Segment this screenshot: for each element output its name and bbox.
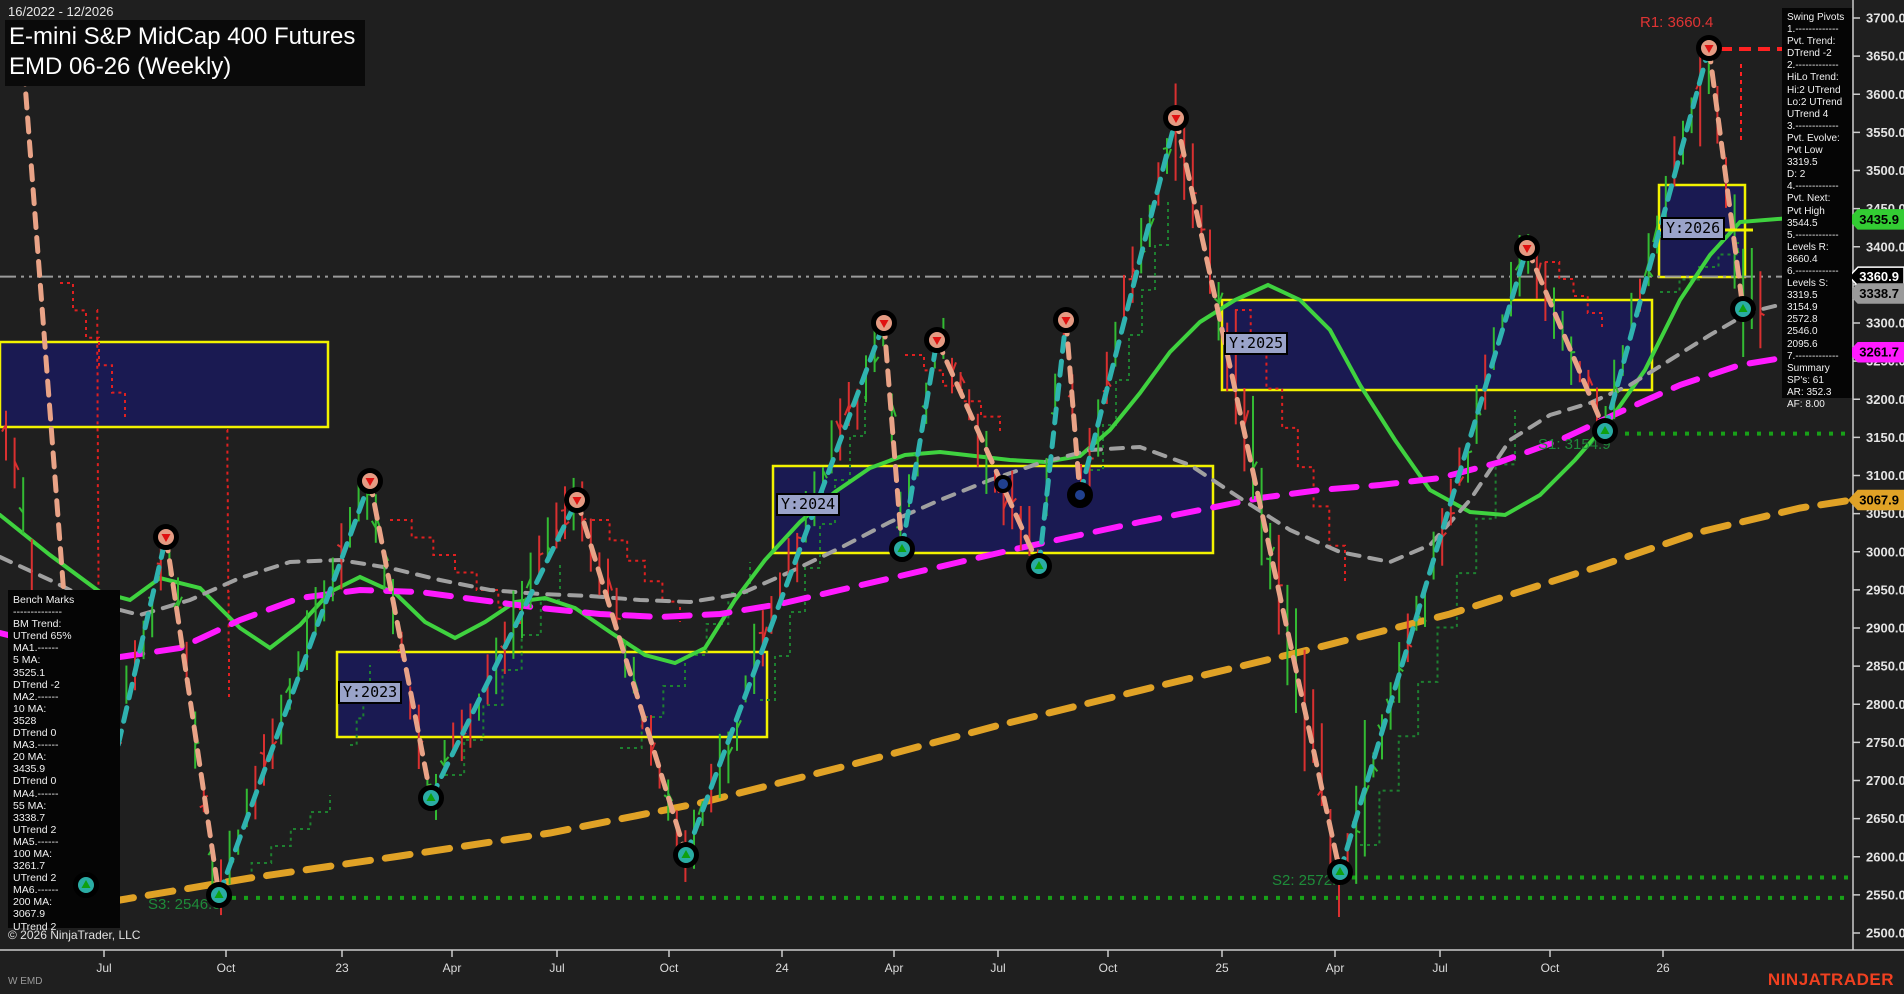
svg-text:2500.0: 2500.0 [1866,926,1904,941]
svg-text:Oct: Oct [1099,961,1118,975]
time-axis-labels[interactable]: Jul Oct 23 Apr Jul Oct 24 Apr Jul Oct 25 Apr Jul Oct 2… [96,950,1670,975]
swing-up-line [1077,115,1179,498]
svg-text:2900.0: 2900.0 [1866,621,1904,636]
swing-pivots-panel: Swing Pivots 1.------------- Pvt. Trend:… [1782,8,1852,410]
price-tag: 3360.9 [1847,266,1904,287]
price-tag: 3435.9 [1847,209,1904,230]
svg-text:2750.0: 2750.0 [1866,735,1904,750]
svg-text:3338.7: 3338.7 [1859,286,1899,301]
svg-text:2650.0: 2650.0 [1866,811,1904,826]
support-s1-label: S1: 3154.9 [1538,436,1611,453]
svg-text:3261.7: 3261.7 [1859,345,1899,360]
resistance-r1-label: R1: 3660.4 [1640,14,1714,31]
trailing-stop-steps [592,519,681,622]
svg-text:Jul: Jul [1432,961,1447,975]
svg-text:2550.0: 2550.0 [1866,887,1904,902]
svg-text:3700.0: 3700.0 [1866,11,1904,26]
svg-text:24: 24 [775,961,789,975]
svg-text:2600.0: 2600.0 [1866,849,1904,864]
svg-text:Oct: Oct [660,961,679,975]
year-range-chip-2025[interactable]: Y:2025 [1224,332,1289,355]
swing-up-line [428,497,580,801]
svg-text:Jul: Jul [96,961,111,975]
price-tag: 3338.7 [1847,283,1904,304]
svg-text:Jul: Jul [990,961,1005,975]
year-range-chip-2023[interactable]: Y:2023 [338,681,403,704]
bench-marks-panel: Bench Marks -------------- BM Trend: UTr… [8,590,120,933]
svg-text:2700.0: 2700.0 [1866,773,1904,788]
svg-text:3400.0: 3400.0 [1866,239,1904,254]
svg-text:3067.9: 3067.9 [1859,492,1899,507]
svg-text:3300.0: 3300.0 [1866,316,1904,331]
svg-text:Apr: Apr [885,961,904,975]
date-range-label: 16/2022 - 12/2026 [8,4,114,19]
svg-text:3500.0: 3500.0 [1866,163,1904,178]
support-s2-label: S2: 2572.8 [1272,872,1345,889]
ninjatrader-chart-window: 3700.0 3650.0 3600.0 3550.0 3500.0 3450.0 3400… [0,0,1904,994]
svg-text:3360.9: 3360.9 [1859,269,1899,284]
svg-text:3200.0: 3200.0 [1866,392,1904,407]
instrument-subtitle: EMD 06-26 (Weekly) [9,53,232,80]
trailing-stop-steps [1090,200,1169,471]
swing-down-line [367,478,434,801]
trailing-stop-steps [226,429,230,700]
ma-line-200ma [26,496,1856,920]
price-axis-ticks: 3700.03650.03600.03550.03500.03450.03400… [1853,11,1904,941]
instrument-title: E-mini S&P MidCap 400 Futures [9,23,356,50]
svg-text:Apr: Apr [1326,961,1345,975]
svg-text:3100.0: 3100.0 [1866,468,1904,483]
support-s3-label: S3: 2546.0 [148,896,221,913]
copyright-label: © 2026 NinjaTrader, LLC [8,928,141,942]
svg-text:2850.0: 2850.0 [1866,659,1904,674]
svg-text:3650.0: 3650.0 [1866,49,1904,64]
svg-text:3550.0: 3550.0 [1866,125,1904,140]
price-tag: 3261.7 [1847,341,1904,363]
svg-text:3435.9: 3435.9 [1859,212,1899,227]
svg-text:Oct: Oct [1541,961,1560,975]
svg-text:3600.0: 3600.0 [1866,87,1904,102]
svg-text:26: 26 [1656,961,1670,975]
price-tag: 3067.9 [1847,489,1904,511]
series-id-label: W EMD [8,976,43,987]
svg-text:Jul: Jul [549,961,564,975]
year-range-chip-2024[interactable]: Y:2024 [776,493,841,516]
svg-text:Oct: Oct [217,961,236,975]
svg-text:Apr: Apr [443,961,462,975]
svg-text:25: 25 [1215,961,1229,975]
chart-canvas[interactable]: 3700.03650.03600.03550.03500.03450.03400… [0,0,1904,994]
svg-text:23: 23 [335,961,349,975]
svg-text:3150.0: 3150.0 [1866,430,1904,445]
year-range-chip-2026[interactable]: Y:2026 [1661,217,1726,240]
chart-title-block: E-mini S&P MidCap 400 Futures EMD 06-26 … [5,20,366,86]
svg-text:2950.0: 2950.0 [1866,582,1904,597]
ninjatrader-logo: NINJATRADER [1767,970,1894,989]
svg-text:2800.0: 2800.0 [1866,697,1904,712]
swing-up-line [683,320,887,858]
svg-text:3000.0: 3000.0 [1866,544,1904,559]
